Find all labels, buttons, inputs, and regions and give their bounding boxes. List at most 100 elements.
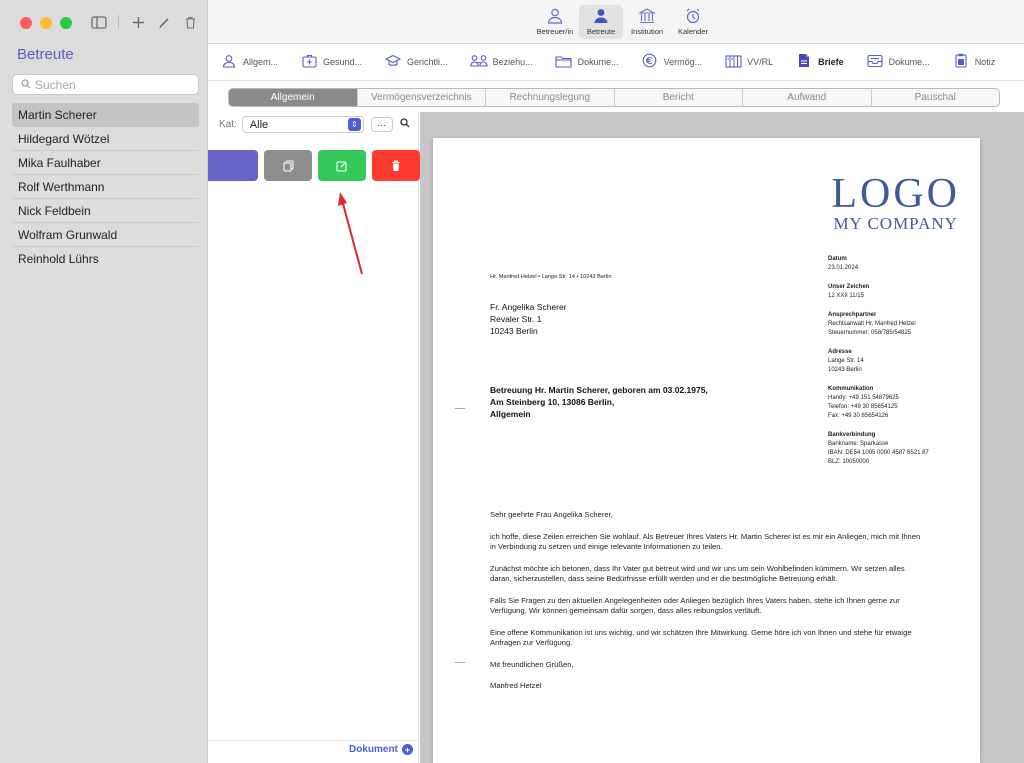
letter-body: Sehr geehrte Frau Angelika Scherer, ich … (490, 510, 922, 703)
institution-button[interactable]: Institution (625, 5, 669, 39)
subtab-aufwand[interactable]: Aufwand (743, 89, 872, 106)
category-select[interactable]: Alle ⇕ (241, 116, 364, 133)
tab-dokumente[interactable]: Dokume... (555, 54, 619, 71)
medical-bag-icon (300, 54, 318, 71)
search-input[interactable] (35, 77, 185, 92)
meta-value: Lange Str. 14 (828, 358, 864, 364)
tab-gerichtlich[interactable]: Gerichtli... (384, 54, 448, 71)
list-item[interactable]: Reinhold Lührs (12, 247, 199, 271)
chevron-up-down-icon: ⇕ (347, 118, 361, 131)
person-list: Martin Scherer Hildegard Wötzel Mika Fau… (12, 103, 199, 271)
category-tabs: Allgem... Gesund... Gerichtli... Beziehu… (208, 44, 1024, 81)
search-icon (21, 78, 31, 92)
betreute-button[interactable]: Betreute (579, 5, 623, 39)
subtab-pauschal[interactable]: Pauschal (872, 89, 1000, 106)
sidebar-toolbar (86, 11, 203, 33)
list-item[interactable]: Rolf Werthmann (12, 175, 199, 199)
sidebar-title: Betreute (17, 46, 74, 63)
add-document-button[interactable]: Dokument + (349, 744, 413, 755)
meta-value: Handy: +49 151 54879625 (828, 395, 899, 401)
letter-meta-block: Datum 23.01.2024 Unser Zeichen 12 XXII 11/… (828, 255, 968, 477)
tab-gesundheit[interactable]: Gesund... (300, 54, 362, 71)
tab-label: Gesund... (323, 57, 363, 67)
list-item[interactable]: Hildegard Wötzel (12, 127, 199, 151)
paragraph: ich hoffe, diese Zeilen erreichen Sie wo… (490, 531, 921, 552)
tab-vvrl[interactable]: VV/RL (724, 54, 773, 71)
edit-button[interactable] (318, 150, 366, 181)
toolbar-divider (118, 15, 119, 29)
letter-icon (795, 53, 813, 71)
main-toolbar: Betreuer/in Betreute Institution Kalende… (208, 0, 1024, 44)
note-icon (952, 53, 970, 71)
list-item[interactable]: Mika Faulhaber (12, 151, 199, 175)
tab-notiz[interactable]: Notiz (952, 53, 996, 71)
meta-value: BLZ: 10050000 (828, 459, 870, 465)
tab-label: Dokume... (577, 57, 619, 67)
list-item[interactable]: Martin Scherer (12, 103, 199, 127)
add-icon[interactable] (125, 11, 151, 33)
list-item[interactable]: Nick Feldbein (12, 199, 199, 223)
betreute-label: Betreute (586, 27, 616, 36)
tab-label: Allgem... (243, 57, 279, 67)
person-icon (220, 54, 238, 71)
subtab-rechnungslegung[interactable]: Rechnungslegung (486, 89, 615, 106)
subtab-vermoegensverzeichnis[interactable]: Vermögensverzeichnis (358, 89, 486, 106)
letter-item-button[interactable] (208, 150, 258, 181)
window-controls (20, 17, 72, 29)
category-label: Kat: (219, 119, 237, 130)
close-window-button[interactable] (20, 17, 32, 29)
meta-value: Steuernummer: 058/785/54825 (828, 330, 912, 336)
salutation: Sehr geehrte Frau Angelika Scherer, (490, 510, 613, 519)
category-filter: Kat: Alle ⇕ ··· (219, 116, 410, 133)
tab-briefe[interactable]: Briefe (795, 53, 844, 71)
meta-value: Telefon: +49 30 85654125 (828, 404, 898, 410)
zoom-window-button[interactable] (60, 17, 72, 29)
person-filled-icon (594, 9, 608, 23)
kalender-button[interactable]: Kalender (671, 5, 715, 39)
meta-value: 23.01.2024 (828, 265, 859, 271)
tab-label: Briefe (818, 57, 844, 67)
euro-icon (641, 53, 659, 71)
list-item[interactable]: Wolfram Grunwald (12, 223, 199, 247)
tab-allgemein[interactable]: Allgem... (220, 54, 278, 71)
tab-vermoegen[interactable]: Vermög... (641, 53, 702, 71)
letter-type-switcher: Allgemein Vermögensverzeichnis Rechnungs… (228, 88, 1000, 107)
tab-dokumentablage[interactable]: Dokume... (866, 54, 930, 71)
alarm-clock-icon (686, 8, 700, 24)
search-field[interactable] (12, 74, 199, 95)
subtab-bericht[interactable]: Bericht (615, 89, 743, 106)
letter-list-panel (208, 112, 419, 763)
sidebar-toggle-icon[interactable] (86, 11, 112, 33)
recipient-line: 10243 Berlin (490, 326, 538, 336)
subtab-allgemein[interactable]: Allgemein (229, 89, 358, 106)
sender-line: Hr. Manfred Hetzel • Lange Str. 14 • 102… (490, 274, 612, 280)
tab-beziehungen[interactable]: Beziehu... (469, 54, 533, 71)
tab-label: Beziehu... (492, 57, 533, 67)
plus-circle-icon: + (401, 744, 413, 755)
trash-icon[interactable] (177, 11, 203, 33)
edit-pencil-icon[interactable] (151, 11, 177, 33)
betreuer-button[interactable]: Betreuer/in (533, 5, 577, 39)
app-window: Betreute Martin Scherer Hildegard Wötzel… (0, 0, 1024, 763)
search-icon[interactable] (400, 118, 410, 131)
betreuer-label: Betreuer/in (536, 27, 574, 36)
copy-button[interactable] (264, 150, 312, 181)
letter-subject: Betreuung Hr. Martin Scherer, geboren am… (490, 384, 708, 420)
logo-subtext: MY COMPANY (833, 214, 958, 233)
delete-button[interactable] (372, 150, 420, 181)
more-button[interactable]: ··· (370, 117, 393, 132)
tab-label: Dokume... (888, 57, 930, 67)
meta-label: Unser Zeichen (828, 284, 870, 290)
meta-label: Adresse (828, 349, 852, 355)
meta-value: Rechtsanwalt Hr. Manfred Hetzel (828, 321, 916, 327)
subject-line: Am Steinberg 10, 13086 Berlin, (490, 397, 615, 407)
tab-label: Notiz (974, 57, 996, 67)
meta-value: IBAN: DE54 1005 0000 4587 6521 87 (828, 450, 929, 456)
meta-value: Bankname: Sparkasse (828, 441, 889, 447)
institution-label: Institution (630, 27, 664, 36)
recipient-address: Fr. Angelika Scherer Revaler Str. 1 1024… (490, 301, 567, 337)
recipient-line: Revaler Str. 1 (490, 314, 542, 324)
paragraph: Falls Sie Fragen zu den aktuellen Angele… (490, 595, 900, 616)
minimize-window-button[interactable] (40, 17, 52, 29)
copy-icon (282, 159, 294, 172)
